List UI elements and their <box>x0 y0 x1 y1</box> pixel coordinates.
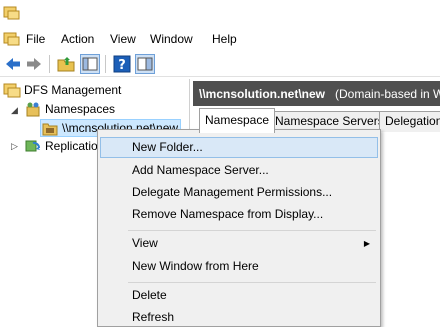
up-folder-icon[interactable] <box>56 54 76 74</box>
menu-item-delete[interactable]: Delete <box>100 285 378 306</box>
menu-item-new-window[interactable]: New Window from Here <box>100 256 378 277</box>
help-icon[interactable]: ? <box>112 54 132 74</box>
console-icon[interactable] <box>3 31 20 46</box>
tab-namespace[interactable]: Namespace <box>199 108 276 133</box>
toolbar: ? <box>0 51 440 77</box>
menu-item-new-folder[interactable]: New Folder... <box>100 137 378 158</box>
submenu-arrow-icon: ▶ <box>363 239 370 248</box>
tree-label: Replication <box>45 139 105 153</box>
expand-arrow-icon[interactable]: ▷ <box>11 141 18 152</box>
toolbar-separator <box>49 55 50 73</box>
menu-action[interactable]: Action <box>61 32 94 46</box>
namespace-folder-icon <box>42 123 58 136</box>
title-bar <box>0 0 440 28</box>
collapse-arrow-icon[interactable]: ◢ <box>11 105 18 116</box>
toolbar-separator <box>105 55 106 73</box>
svg-text:?: ? <box>118 58 126 73</box>
tab-delegation[interactable]: Delegation <box>379 111 440 132</box>
dfs-management-icon <box>3 83 21 98</box>
menu-separator <box>128 230 376 231</box>
menu-item-refresh[interactable]: Refresh <box>100 307 378 327</box>
menu-help[interactable]: Help <box>212 32 237 46</box>
namespace-header-title: \\mcnsolution.net\new <box>199 86 326 101</box>
menu-item-view-label: View <box>132 236 158 250</box>
menu-file[interactable]: File <box>26 32 45 46</box>
back-arrow-icon[interactable] <box>3 54 23 74</box>
tree-label: DFS Management <box>24 83 122 97</box>
menu-bar: File Action View Window Help <box>0 28 440 50</box>
menu-item-view[interactable]: View ▶ <box>100 233 378 254</box>
namespace-header-subtitle: (Domain-based in W <box>335 86 440 101</box>
namespace-header-bar: \\mcnsolution.net\new (Domain-based in W <box>193 81 440 106</box>
tree-label: Namespaces <box>45 102 116 116</box>
tree-node-dfs-management[interactable]: DFS Management <box>3 81 121 99</box>
tree-node-replication[interactable]: Replication <box>24 137 104 155</box>
context-menu: New Folder... Add Namespace Server... De… <box>97 129 381 327</box>
dfs-management-app-icon <box>3 6 20 20</box>
show-hide-tree-icon[interactable] <box>80 54 100 74</box>
menu-item-remove-namespace[interactable]: Remove Namespace from Display... <box>100 204 378 225</box>
menu-view[interactable]: View <box>110 32 136 46</box>
menu-item-add-namespace-server[interactable]: Add Namespace Server... <box>100 160 378 181</box>
forward-arrow-icon[interactable] <box>24 54 44 74</box>
menu-item-delegate-permissions[interactable]: Delegate Management Permissions... <box>100 182 378 203</box>
menu-window[interactable]: Window <box>150 32 193 46</box>
menu-separator <box>128 282 376 283</box>
replication-icon <box>25 140 40 152</box>
tree-node-namespaces[interactable]: Namespaces <box>24 100 115 118</box>
properties-icon[interactable] <box>135 54 155 74</box>
namespaces-icon <box>26 102 40 117</box>
